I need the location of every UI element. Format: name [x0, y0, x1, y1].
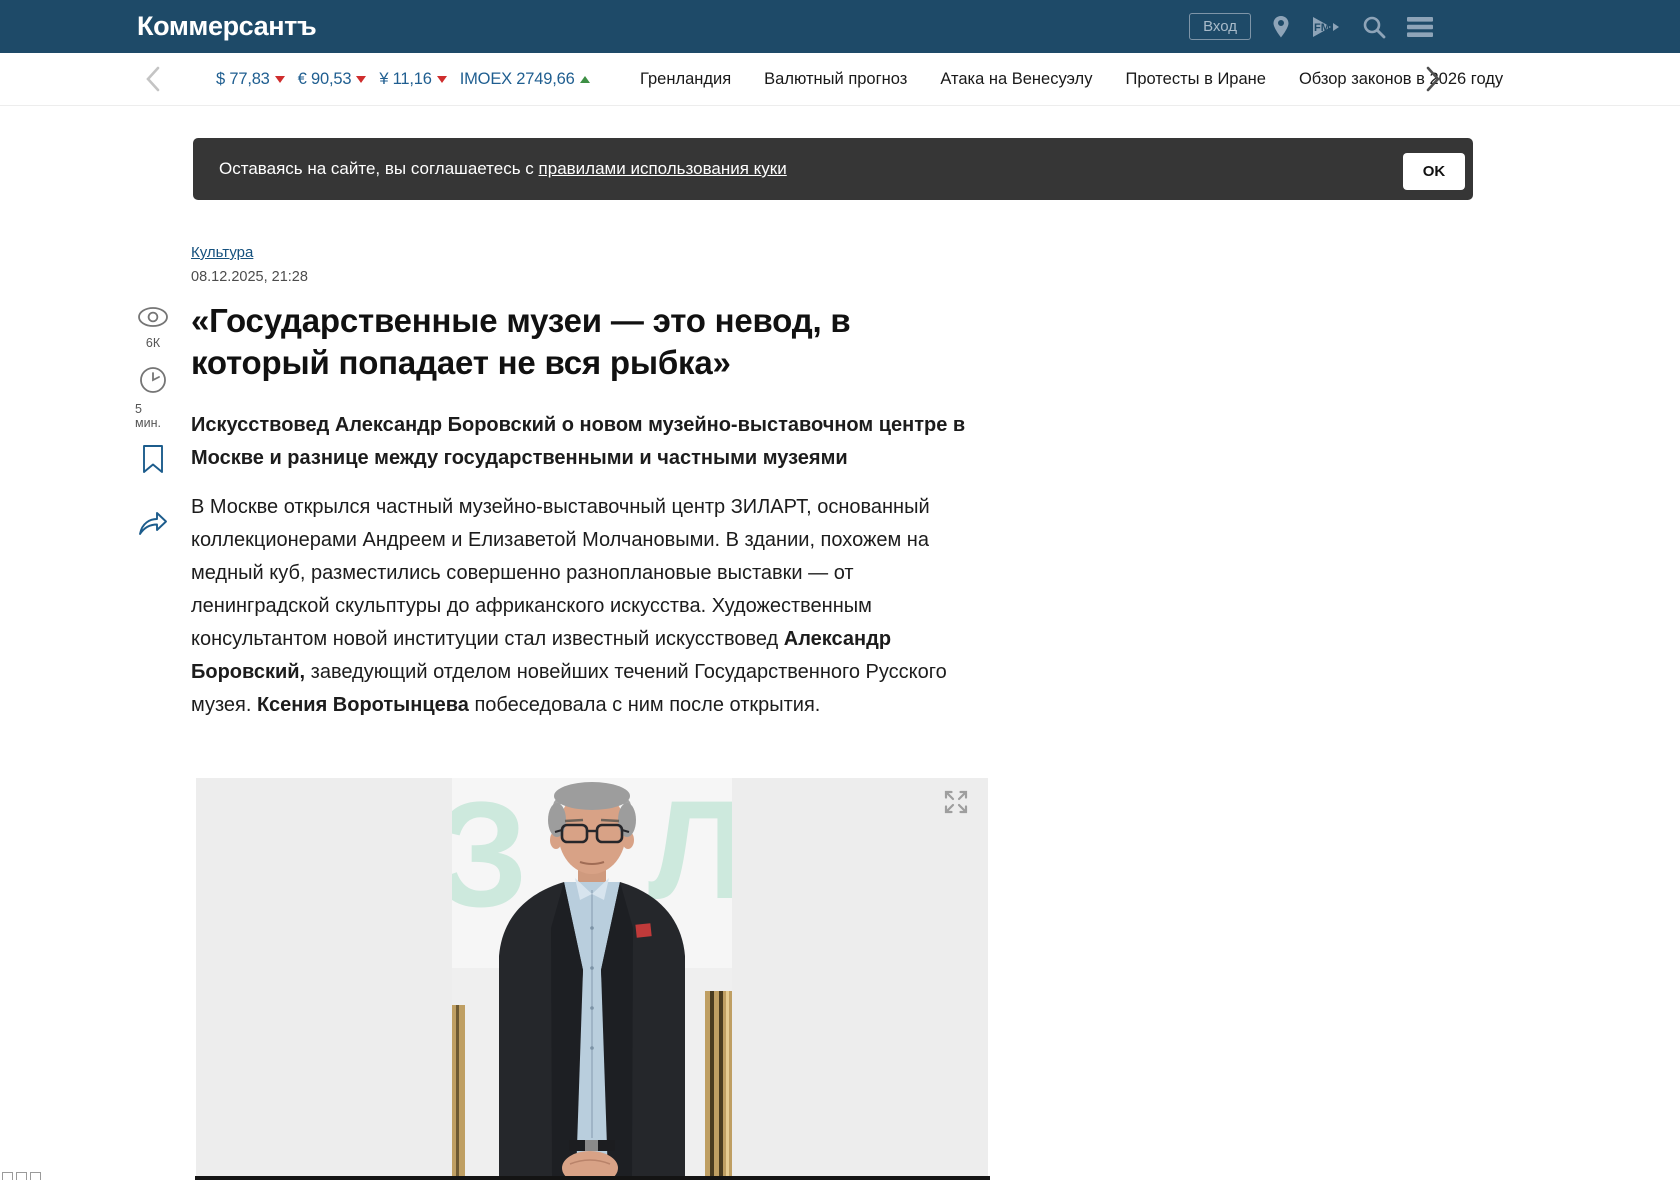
expand-photo-icon[interactable]: [942, 788, 970, 816]
menu-icon[interactable]: [1407, 16, 1435, 38]
cropped-corner-fragment: [2, 1172, 41, 1180]
views-count: 6К: [145, 336, 161, 350]
views-eye-icon: [137, 306, 169, 333]
kommersant-article-page: Коммерсантъ Вход FM $ 77,83 € 90,53 ¥ 11…: [0, 0, 1680, 1180]
article-lead-paragraph: В Москве открылся частный музейно-выстав…: [191, 491, 971, 722]
quote-cny[interactable]: ¥ 11,16: [379, 69, 447, 89]
publish-datetime: 08.12.2025, 21:28: [191, 269, 308, 285]
lead-text: побеседовала с ним после открытия.: [468, 694, 821, 716]
quote-imoex[interactable]: IMOEX 2749,66: [460, 70, 590, 89]
svg-text:FM: FM: [1314, 22, 1330, 34]
login-button[interactable]: Вход: [1189, 13, 1251, 40]
quote-imoex-value: IMOEX 2749,66: [459, 69, 575, 88]
bookmark-icon[interactable]: [141, 444, 165, 479]
read-time-clock-icon: [139, 366, 167, 399]
quote-eur[interactable]: € 90,53: [298, 70, 367, 89]
ticker-prev-icon[interactable]: [145, 66, 161, 97]
cookie-ok-button[interactable]: OK: [1403, 153, 1465, 190]
topic-link[interactable]: Обзор законов в 2026 году: [1299, 70, 1503, 89]
arrow-down-icon: [356, 75, 367, 83]
ticker-next-icon[interactable]: [1425, 66, 1441, 97]
article-photo[interactable]: З Л: [452, 778, 732, 1176]
search-icon[interactable]: [1362, 15, 1386, 39]
cookie-text-prefix: Оставаясь на сайте, вы соглашаетесь с: [219, 159, 539, 178]
topic-link[interactable]: Валютный прогноз: [764, 70, 907, 89]
location-pin-icon[interactable]: [1272, 15, 1290, 39]
lead-person-name: Ксения Воротынцева: [257, 694, 469, 716]
next-block-edge: [195, 1176, 990, 1180]
arrow-down-icon: [274, 75, 285, 83]
header-actions: Вход FM: [1189, 0, 1435, 53]
cookie-policy-link[interactable]: правилами использования куки: [539, 159, 787, 178]
lead-text: В Москве открылся частный музейно-выстав…: [191, 496, 930, 650]
article-photo-block: З Л: [196, 778, 988, 1176]
cookie-consent-banner: Оставаясь на сайте, вы соглашаетесь с пр…: [193, 138, 1473, 200]
currency-quotes: $ 77,83 € 90,53 ¥ 11,16 IMOEX 2749,66: [216, 53, 590, 105]
quote-cny-value: ¥ 11,16: [379, 69, 432, 88]
topic-link[interactable]: Атака на Венесуэлу: [940, 70, 1092, 89]
read-time: 5 мин.: [135, 402, 161, 430]
share-icon[interactable]: [137, 509, 169, 542]
trending-topics: Гренландия Валютный прогноз Атака на Вен…: [640, 53, 1503, 105]
cookie-consent-text: Оставаясь на сайте, вы соглашаетесь с пр…: [219, 159, 787, 179]
top-navigation-bar: Коммерсантъ Вход FM: [0, 0, 1680, 53]
news-ticker-bar: $ 77,83 € 90,53 ¥ 11,16 IMOEX 2749,66 Гр…: [0, 53, 1680, 106]
arrow-up-icon: [579, 75, 590, 83]
quote-eur-value: € 90,53: [297, 69, 352, 88]
article-subtitle: Искусствовед Александр Боровский о новом…: [191, 414, 966, 469]
topic-link[interactable]: Гренландия: [640, 70, 731, 89]
category-link[interactable]: Культура: [191, 244, 253, 261]
quote-usd[interactable]: $ 77,83: [216, 70, 285, 89]
kommersant-logo[interactable]: Коммерсантъ: [137, 11, 317, 42]
article-title: «Государственные музеи — это невод, в ко…: [191, 302, 851, 381]
arrow-down-icon: [436, 75, 447, 83]
topic-link[interactable]: Протесты в Иране: [1125, 70, 1266, 89]
article-meta-rail: 6К 5 мин.: [135, 306, 171, 542]
kommersant-fm-icon[interactable]: FM: [1311, 15, 1341, 39]
quote-usd-value: $ 77,83: [216, 69, 270, 88]
